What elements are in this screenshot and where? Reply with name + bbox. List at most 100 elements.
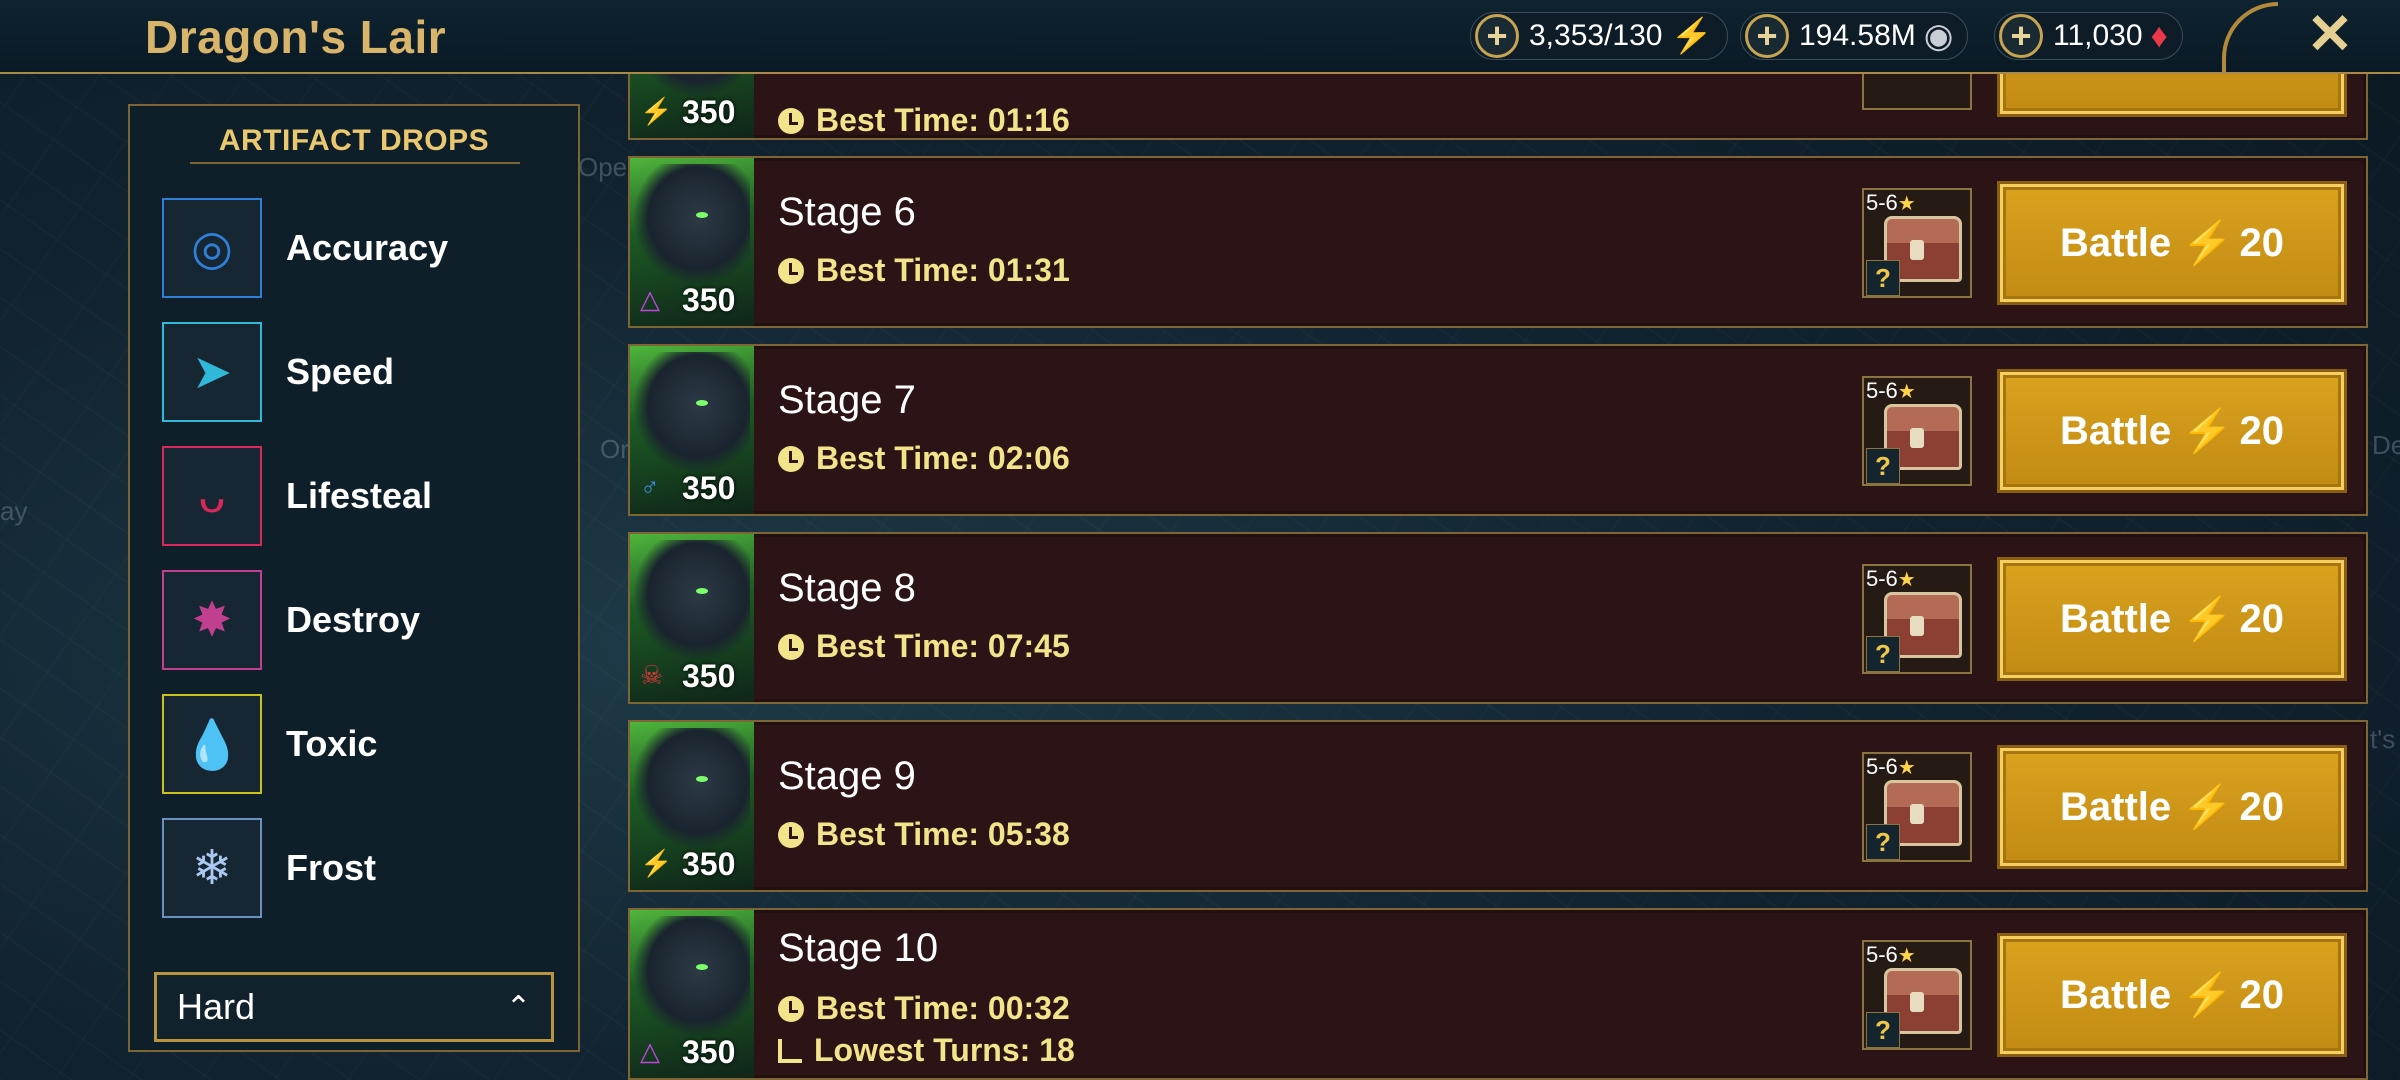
- reward-chest[interactable]: [1862, 74, 1972, 110]
- battle-button[interactable]: Battle ⚡ 20: [2000, 936, 2344, 1054]
- energy-bolt-icon: ⚡: [2181, 594, 2234, 642]
- silver-coin-icon: ◉: [1923, 17, 1954, 55]
- chest-lock-icon: [1910, 616, 1924, 636]
- energy-bolt-icon: ⚡: [1670, 17, 1713, 55]
- difficulty-value: Hard: [177, 986, 256, 1027]
- energy-bolt-icon: ⚡: [2181, 782, 2234, 830]
- stage-name: Stage 8: [778, 566, 916, 610]
- drop-item-accuracy[interactable]: ◎ Accuracy: [162, 186, 562, 310]
- add-gems-button[interactable]: +: [1999, 14, 2043, 58]
- boss-portrait: ⚡ 350: [630, 722, 754, 890]
- reward-chest[interactable]: 5-6★ ?: [1862, 376, 1972, 486]
- gem-resource: + 11,030 ♦: [1994, 12, 2183, 60]
- chest-lock-icon: [1910, 240, 1924, 260]
- stage-row-partial: ⚡ 350 Best Time: 01:16: [628, 74, 2368, 140]
- battle-button[interactable]: Battle ⚡ 20: [2000, 748, 2344, 866]
- best-time: Best Time: 05:38: [778, 816, 1070, 853]
- energy-bolt-icon: ⚡: [2181, 970, 2234, 1018]
- battle-button[interactable]: [2000, 74, 2344, 114]
- boss-power: 350: [682, 658, 736, 694]
- question-icon: ?: [1866, 1012, 1900, 1048]
- dragon-image: [634, 540, 750, 660]
- clock-icon: [778, 995, 804, 1022]
- close-icon[interactable]: ✕: [2300, 4, 2360, 64]
- dragon-image: [634, 164, 750, 284]
- boss-portrait: ⚡ 350: [630, 74, 754, 138]
- stage-name: Stage 10: [778, 926, 939, 970]
- star-icon: ★: [1897, 569, 1916, 591]
- drop-label: Lifesteal: [286, 475, 433, 516]
- dragon-image: [634, 728, 750, 848]
- map-label: Or: [600, 434, 629, 464]
- artifact-drops-panel: ARTIFACT DROPS ◎ Accuracy ➤ Speed ᴗ Life…: [128, 104, 580, 1052]
- clock-icon: [778, 633, 804, 660]
- toxic-icon: 💧: [162, 694, 262, 794]
- boss-power: 350: [682, 470, 736, 506]
- battle-button[interactable]: Battle ⚡ 20: [2000, 560, 2344, 678]
- drop-label: Accuracy: [286, 227, 449, 268]
- add-energy-button[interactable]: +: [1475, 14, 1519, 58]
- chest-lock-icon: [1910, 992, 1924, 1012]
- affinity-icon: ♂: [640, 472, 660, 502]
- map-label: ay: [0, 496, 28, 526]
- dragon-image: [634, 352, 750, 472]
- drop-item-toxic[interactable]: 💧 Toxic: [162, 682, 562, 806]
- accuracy-icon: ◎: [162, 198, 262, 298]
- energy-bolt-icon: ⚡: [2181, 218, 2234, 266]
- stage-list[interactable]: ⚡ 350 Best Time: 01:16 △ 350 Stage 6 Bes…: [628, 74, 2368, 1080]
- question-icon: ?: [1866, 448, 1900, 484]
- lowest-turns: Lowest Turns: 18: [778, 1032, 1075, 1069]
- drop-label: Frost: [286, 847, 376, 888]
- star-icon: ★: [1897, 945, 1916, 967]
- artifact-drop-list[interactable]: ◎ Accuracy ➤ Speed ᴗ Lifesteal ✸ Destroy…: [162, 186, 562, 930]
- stage-row-6: △ 350 Stage 6 Best Time: 01:31 5-6★ ? Ba…: [628, 156, 2368, 328]
- stage-row-8: ☠ 350 Stage 8 Best Time: 07:45 5-6★ ? Ba…: [628, 532, 2368, 704]
- question-icon: ?: [1866, 260, 1900, 296]
- corner-ornament: [2222, 2, 2278, 72]
- frost-icon: ❄: [162, 818, 262, 918]
- map-label: De: [2372, 430, 2400, 460]
- drop-label: Destroy: [286, 599, 421, 640]
- energy-value: 3,353/130: [1529, 19, 1663, 52]
- reward-chest[interactable]: 5-6★ ?: [1862, 752, 1972, 862]
- affinity-icon: ☠: [640, 660, 664, 690]
- reward-chest[interactable]: 5-6★ ?: [1862, 188, 1972, 298]
- lifesteal-icon: ᴗ: [162, 446, 262, 546]
- energy-resource: + 3,353/130 ⚡: [1470, 12, 1728, 60]
- drop-item-frost[interactable]: ❄ Frost: [162, 806, 562, 930]
- best-time: Best Time: 02:06: [778, 440, 1070, 477]
- page-title: Dragon's Lair: [145, 11, 447, 63]
- best-time: Best Time: 01:31: [778, 252, 1070, 289]
- boss-power: 350: [682, 282, 736, 318]
- stage-name: Stage 6: [778, 190, 916, 234]
- stage-row-10: △ 350 Stage 10 Best Time: 00:32 Lowest T…: [628, 908, 2368, 1080]
- battle-button[interactable]: Battle ⚡ 20: [2000, 372, 2344, 490]
- battle-button[interactable]: Battle ⚡ 20: [2000, 184, 2344, 302]
- boss-portrait: △ 350: [630, 910, 754, 1078]
- drop-label: Toxic: [286, 723, 378, 764]
- reward-chest[interactable]: 5-6★ ?: [1862, 940, 1972, 1050]
- dragon-image: [634, 916, 750, 1036]
- chest-lock-icon: [1910, 804, 1924, 824]
- drop-item-speed[interactable]: ➤ Speed: [162, 310, 562, 434]
- reward-rank: 5-6★: [1866, 566, 1916, 591]
- dragon-image: [634, 74, 750, 96]
- drop-item-destroy[interactable]: ✸ Destroy: [162, 558, 562, 682]
- affinity-icon: ⚡: [640, 96, 673, 126]
- affinity-icon: ⚡: [640, 848, 673, 878]
- add-silver-button[interactable]: +: [1745, 14, 1789, 58]
- boss-portrait: ♂ 350: [630, 346, 754, 514]
- drop-item-lifesteal[interactable]: ᴗ Lifesteal: [162, 434, 562, 558]
- star-icon: ★: [1897, 193, 1916, 215]
- top-bar: Dragon's Lair + 3,353/130 ⚡ + 194.58M ◉ …: [0, 0, 2400, 74]
- best-time: Best Time: 00:32: [778, 990, 1070, 1027]
- best-time: Best Time: 07:45: [778, 628, 1070, 665]
- map-label: t's: [2370, 724, 2396, 754]
- boss-portrait: △ 350: [630, 158, 754, 326]
- boss-power: 350: [682, 94, 736, 130]
- star-icon: ★: [1897, 757, 1916, 779]
- reward-chest[interactable]: 5-6★ ?: [1862, 564, 1972, 674]
- best-time: Best Time: 01:16: [778, 102, 1070, 139]
- difficulty-select[interactable]: Hard ⌃: [154, 972, 554, 1042]
- affinity-icon: △: [640, 284, 660, 314]
